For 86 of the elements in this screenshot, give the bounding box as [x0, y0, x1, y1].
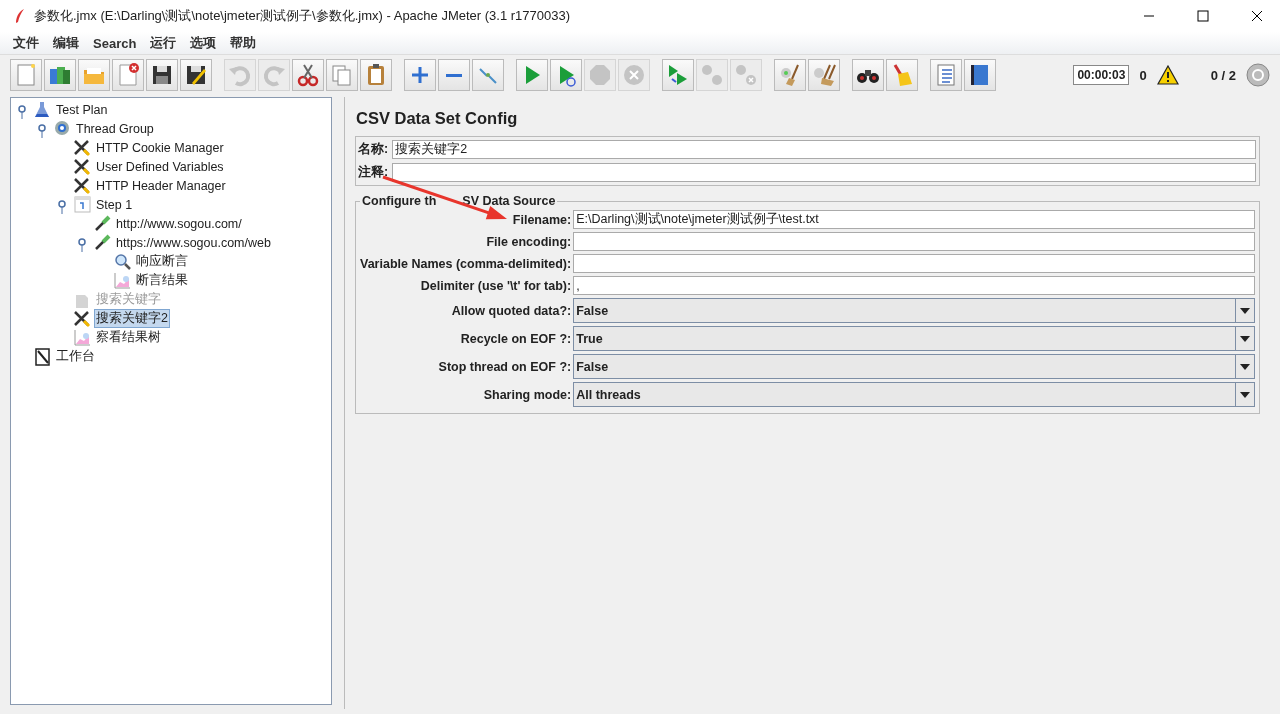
remote-status-icon[interactable]: [1246, 63, 1270, 87]
tree-item[interactable]: User Defined Variables: [95, 159, 225, 174]
field-label: Sharing mode:: [482, 387, 572, 402]
listener-icon: [73, 328, 92, 347]
search-button[interactable]: [852, 59, 884, 91]
tree-item[interactable]: 工作台: [55, 348, 96, 365]
warning-icon[interactable]: [1156, 65, 1179, 85]
assertion-icon: [113, 252, 132, 271]
text-field[interactable]: ,: [573, 276, 1255, 295]
dropdown[interactable]: False: [573, 298, 1255, 323]
close-button[interactable]: [112, 59, 144, 91]
paste-button[interactable]: [360, 59, 392, 91]
text-field[interactable]: E:\Darling\测试\note\jmeter测试例子\test.txt: [573, 210, 1255, 229]
tree-item[interactable]: 响应断言: [135, 253, 189, 270]
field-label: Variable Names (comma-delimited):: [360, 256, 572, 271]
save-as-button[interactable]: [180, 59, 212, 91]
minus-icon: [445, 72, 463, 78]
config-icon: [73, 157, 92, 176]
listener-icon: [113, 271, 132, 290]
tree-item[interactable]: https://www.sogou.com/web: [115, 235, 272, 250]
tree-item[interactable]: 断言结果: [135, 272, 189, 289]
panel-title: CSV Data Set Config: [356, 109, 519, 128]
help-button[interactable]: [964, 59, 996, 91]
start-button[interactable]: [516, 59, 548, 91]
controller-icon: [73, 195, 92, 214]
config-icon: [73, 138, 92, 157]
tree-item[interactable]: Test Plan: [55, 102, 109, 117]
dropdown-arrow-icon: [1240, 391, 1250, 398]
feather-icon: [14, 8, 26, 24]
collapse-button[interactable]: [438, 59, 470, 91]
tree-item[interactable]: Thread Group: [75, 121, 155, 136]
dropdown-arrow-icon: [1240, 307, 1250, 314]
save-button[interactable]: [146, 59, 178, 91]
config-icon: [73, 176, 92, 195]
name-field[interactable]: 搜索关键字2: [392, 140, 1256, 159]
field-label: Allow quoted data?:: [450, 303, 572, 318]
comment-label: 注释:: [358, 164, 389, 181]
tree-item[interactable]: 搜索关键字2: [95, 310, 169, 327]
menu-item[interactable]: 编辑: [46, 32, 86, 54]
field-label: Filename:: [511, 212, 572, 227]
new-button[interactable]: [10, 59, 42, 91]
field-label: Stop thread on EOF ?:: [437, 359, 572, 374]
group-title: Configure th: [362, 194, 437, 208]
config-icon: [73, 309, 92, 328]
window-title: 参数化.jmx (E:\Darling\测试\note\jmeter测试例子\参数化.jmx) - Apache JMeter (3.1 r1770033): [34, 7, 572, 25]
field-label: Recycle on EOF ?:: [459, 331, 572, 346]
elapsed-timer: 00:00:03: [1073, 65, 1130, 85]
sampler-icon: [93, 214, 112, 233]
dropdown[interactable]: False: [573, 354, 1255, 379]
warning-count: 0: [1139, 67, 1147, 83]
reset-search-button[interactable]: [886, 59, 918, 91]
templates-button[interactable]: [44, 59, 76, 91]
comment-field[interactable]: [392, 163, 1256, 182]
tree-item[interactable]: 察看结果树: [95, 329, 162, 346]
testplan-icon: [33, 100, 52, 119]
tree-item[interactable]: http://www.sogou.com/: [115, 216, 243, 231]
field-label: File encoding:: [485, 234, 572, 249]
thread-count: 0 / 2: [1210, 67, 1236, 83]
threadgroup-icon: [53, 119, 72, 138]
tree-item[interactable]: HTTP Header Manager: [95, 178, 227, 193]
tree-item[interactable]: Step 1: [95, 197, 134, 212]
menu-item[interactable]: Search: [86, 33, 144, 53]
close-icon: [1251, 10, 1263, 22]
expand-button[interactable]: [404, 59, 436, 91]
field-label: Delimiter (use '\t' for tab):: [419, 278, 572, 293]
menu-item[interactable]: 运行: [143, 32, 184, 54]
name-label: 名称:: [358, 141, 389, 158]
clear-all-button[interactable]: [808, 59, 840, 91]
text-field[interactable]: [573, 232, 1255, 251]
maximize-icon: [1197, 10, 1209, 22]
remote-start-button[interactable]: [662, 59, 694, 91]
menu-item[interactable]: 帮助: [223, 32, 264, 54]
dropdown-arrow-icon: [1240, 335, 1250, 342]
dropdown[interactable]: True: [573, 326, 1255, 351]
start-no-timers-button[interactable]: [550, 59, 582, 91]
tree-item[interactable]: HTTP Cookie Manager: [95, 140, 225, 155]
menu-item[interactable]: 文件: [6, 32, 46, 54]
text-field[interactable]: [573, 254, 1255, 273]
clear-button[interactable]: [774, 59, 806, 91]
toggle-button[interactable]: [472, 59, 504, 91]
workbench-icon: [33, 347, 52, 366]
sampler-icon: [93, 233, 112, 252]
dropdown-arrow-icon: [1240, 363, 1250, 370]
dropdown[interactable]: All threads: [573, 382, 1255, 407]
menu-item[interactable]: 选项: [183, 32, 224, 54]
cut-button[interactable]: [292, 59, 324, 91]
